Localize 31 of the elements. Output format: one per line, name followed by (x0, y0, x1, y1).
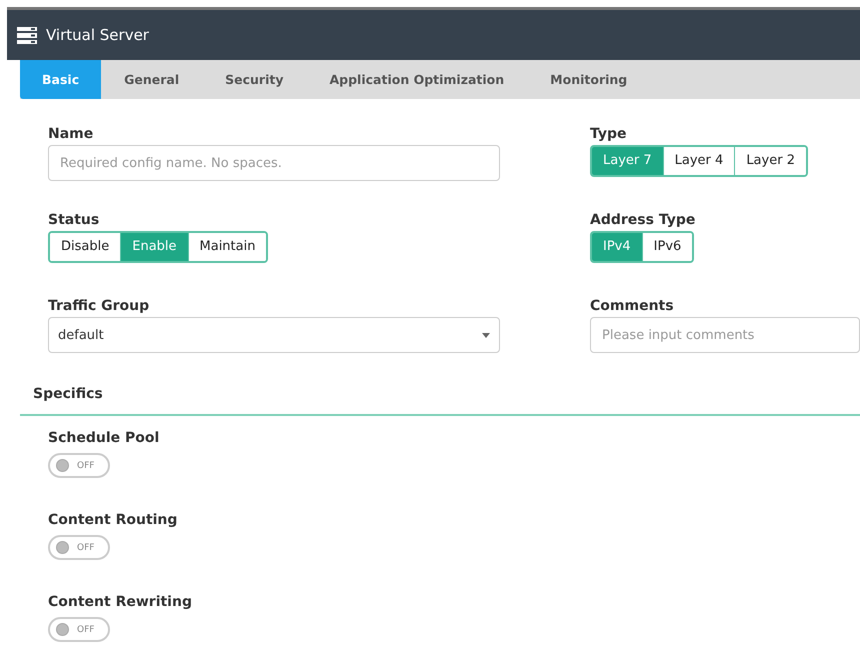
tab[interactable]: Security (202, 60, 306, 99)
tab[interactable]: Basic (20, 60, 102, 99)
segment-option[interactable]: Layer 2 (734, 147, 806, 175)
field-label: Schedule Pool (48, 429, 160, 448)
field-label: Address Type (590, 211, 696, 230)
input-field[interactable]: Please input comments (590, 317, 860, 353)
segment-option[interactable]: IPv4 (592, 233, 642, 261)
caret-icon (482, 332, 490, 338)
toggle-switch[interactable]: OFF (48, 453, 110, 478)
toggle-switch[interactable]: OFF (48, 617, 110, 642)
section-title: Specifics (33, 385, 104, 404)
field-label: Comments (590, 297, 675, 316)
field-label: Traffic Group (48, 297, 150, 316)
tab[interactable]: Application Optimization (306, 60, 528, 99)
field-label: Content Rewriting (48, 593, 193, 612)
tab[interactable]: Monitoring (527, 60, 650, 99)
segment-option[interactable]: Enable (120, 233, 188, 261)
server-icon (17, 26, 37, 44)
toggle-switch[interactable]: OFF (48, 535, 110, 560)
tab[interactable]: General (101, 60, 202, 99)
segment-option[interactable]: IPv6 (642, 233, 692, 261)
field-label: Type (590, 125, 628, 144)
field-label: Status (48, 211, 100, 230)
segment-option[interactable]: Layer 7 (592, 147, 663, 175)
window-title: Virtual Server (46, 26, 149, 44)
input-field[interactable]: Required config name. No spaces. (48, 145, 500, 181)
dropdown[interactable]: default (48, 317, 500, 353)
segment-option[interactable]: Maintain (188, 233, 266, 261)
field-label: Name (48, 125, 94, 144)
field-label: Content Routing (48, 511, 178, 530)
segment-option[interactable]: Layer 4 (662, 147, 734, 175)
